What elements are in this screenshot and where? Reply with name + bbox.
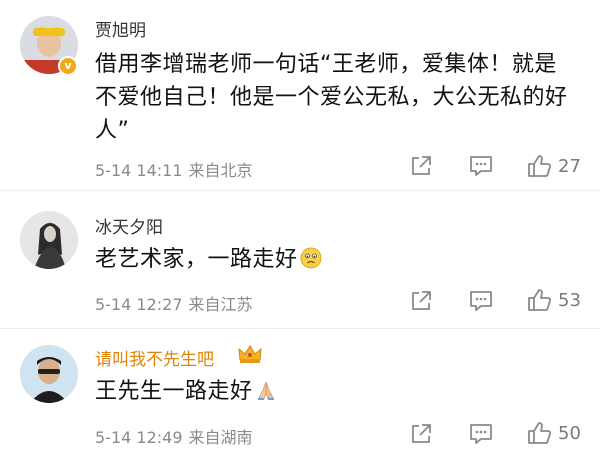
comment-icon: [470, 291, 492, 311]
share-icon: [412, 291, 431, 310]
comment-meta: 5-14 12:49 来自湖南: [95, 424, 253, 448]
share-icon: [412, 156, 431, 175]
like-icon: [528, 422, 552, 444]
person-avatar-icon: [20, 345, 78, 403]
comment-text: 老艺术家，一路走好: [95, 243, 570, 276]
comment-text: 借用李增瑞老师一句话“王老师，爱集体！就是不爱他自己！他是一个爱公无私，大公无私…: [95, 52, 568, 143]
comment-text-content: 老艺术家，一路走好: [95, 247, 298, 272]
username[interactable]: 贾旭明: [95, 16, 146, 41]
comment-item: v 贾旭明 借用李增瑞老师一句话“王老师，爱集体！就是不爱他自己！他是一个爱公无…: [0, 0, 600, 190]
share-button[interactable]: [409, 421, 433, 447]
timestamp: 5-14 14:11: [95, 161, 183, 180]
like-icon: [528, 155, 552, 177]
comment-text-content: 王先生一路走好: [95, 379, 253, 404]
like-count: 27: [558, 155, 581, 177]
comment-button[interactable]: [468, 153, 494, 179]
comment-button[interactable]: [468, 288, 494, 314]
timestamp: 5-14 12:27: [95, 295, 183, 314]
avatar[interactable]: [20, 345, 78, 403]
timestamp: 5-14 12:49: [95, 428, 183, 447]
comment-list: v 贾旭明 借用李增瑞老师一句话“王老师，爱集体！就是不爱他自己！他是一个爱公无…: [0, 0, 600, 458]
share-icon: [412, 424, 431, 443]
like-count: 50: [558, 422, 581, 444]
comment-item: 请叫我不先生吧 王先生一路走好 5-14 12:49 来自湖南 50: [0, 328, 600, 458]
share-button[interactable]: [409, 288, 433, 314]
location: 来自江苏: [188, 295, 253, 314]
comment-item: 冰天夕阳 老艺术家，一路走好 5-14 12:27 来自江苏 53: [0, 190, 600, 328]
like-icon: [528, 289, 552, 311]
praying-hands-emoji-icon: [257, 381, 274, 400]
sad-face-emoji-icon: [300, 247, 322, 269]
comment-text: 王先生一路走好: [95, 375, 570, 408]
share-button[interactable]: [409, 153, 433, 179]
username[interactable]: 请叫我不先生吧: [95, 345, 214, 370]
like-button[interactable]: 50: [526, 420, 581, 446]
location: 来自湖南: [188, 428, 253, 447]
comment-icon: [470, 424, 492, 444]
verified-badge-icon: v: [58, 56, 78, 76]
crown-icon: [238, 345, 262, 363]
like-button[interactable]: 27: [526, 153, 581, 179]
comment-meta: 5-14 12:27 来自江苏: [95, 291, 253, 315]
person-avatar-icon: [20, 211, 78, 269]
like-count: 53: [558, 289, 581, 311]
comment-meta: 5-14 14:11 来自北京: [95, 157, 253, 181]
comment-icon: [470, 156, 492, 176]
comment-button[interactable]: [468, 421, 494, 447]
username[interactable]: 冰天夕阳: [95, 213, 163, 238]
location: 来自北京: [188, 161, 253, 180]
like-button[interactable]: 53: [526, 287, 581, 313]
avatar[interactable]: [20, 211, 78, 269]
